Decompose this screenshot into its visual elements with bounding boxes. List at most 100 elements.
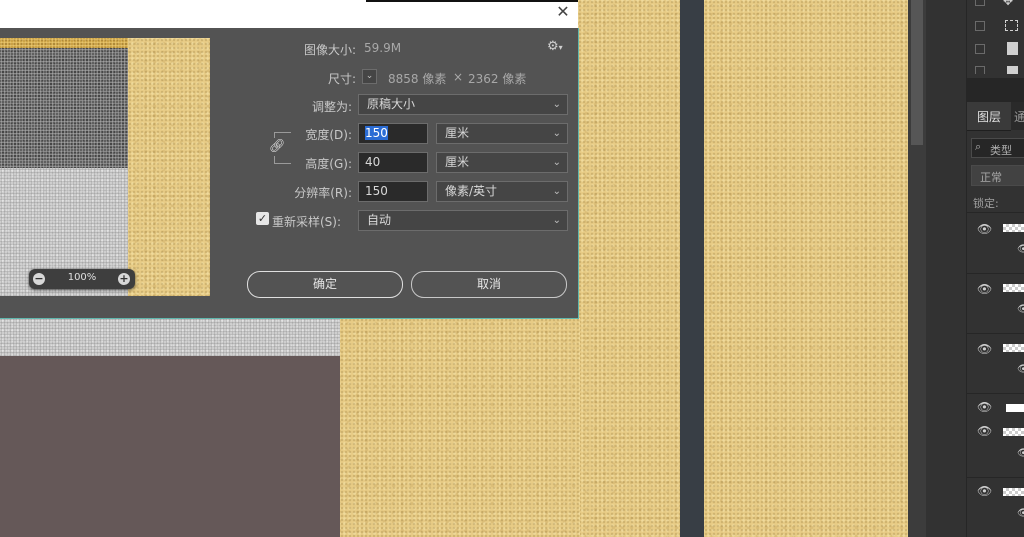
layer-row[interactable]: 👁︎ 👁︎ [967, 334, 1024, 394]
resolution-unit-select[interactable]: 像素/英寸 ⌄ [436, 181, 568, 202]
eye-icon[interactable]: 👁︎ [1017, 508, 1024, 519]
resolution-label: 分辨率(R): [294, 186, 352, 200]
lock-transparent-icon[interactable] [1013, 196, 1023, 206]
zoom-level: 100% [67, 272, 97, 283]
layer-thumbnail [1003, 344, 1024, 352]
panel-scroll-column[interactable] [908, 0, 926, 537]
resample-select[interactable]: 自动 ⌄ [358, 210, 568, 231]
layer-filter[interactable]: ⌕ 类型 [971, 138, 1024, 158]
tab-layers[interactable]: 图层 [967, 102, 1011, 131]
width-unit-select[interactable]: 厘米 ⌄ [436, 123, 568, 144]
ok-button[interactable]: 确定 [247, 271, 403, 298]
layer-thumbnail [1003, 284, 1024, 292]
close-icon[interactable]: ✕ [554, 2, 572, 22]
height-label: 高度(G): [305, 157, 352, 171]
dimensions-times: × [453, 70, 464, 84]
resample-checkbox[interactable]: ✓ [256, 212, 269, 225]
layer-thumbnail [1003, 428, 1024, 436]
dimensions-width: 8858 像素 [388, 72, 447, 86]
chevron-down-icon: ⌄ [552, 99, 561, 110]
preview-area [0, 38, 210, 296]
width-label: 宽度(D): [305, 128, 352, 142]
image-size-dialog: − 100% + 图像大小: 59.9M ⚙▾ 尺寸: ⌄ 8858 像素 × … [0, 28, 579, 319]
canvas-top-white [0, 0, 578, 28]
eye-icon[interactable]: 👁︎ [977, 424, 992, 438]
cancel-button[interactable]: 取消 [411, 271, 567, 298]
eye-icon[interactable]: 👁︎ [977, 342, 992, 356]
height-unit-value: 厘米 [445, 155, 470, 169]
eye-icon[interactable]: 👁︎ [977, 484, 992, 498]
resolution-value: 150 [365, 184, 388, 198]
height-input[interactable]: 40 [358, 152, 428, 173]
width-input[interactable]: 150 [358, 123, 428, 144]
eye-icon[interactable]: 👁︎ [1017, 448, 1024, 459]
eye-icon[interactable]: 👁︎ [977, 222, 992, 236]
panel-gap [926, 0, 966, 537]
canvas-mauve-block [0, 356, 340, 537]
layer-row[interactable]: 👁︎ 👁︎ [967, 418, 1024, 478]
marquee-icon [1005, 20, 1018, 31]
fit-to-label: 调整为: [311, 100, 352, 114]
layer-row[interactable]: 👁︎ 👁︎ [967, 274, 1024, 334]
eye-icon[interactable]: 👁︎ [1017, 244, 1024, 255]
height-unit-select[interactable]: 厘米 ⌄ [436, 152, 568, 173]
checkbox-empty[interactable] [975, 21, 985, 31]
dimensions-label: 尺寸: [327, 72, 356, 86]
search-icon: ⌕ [975, 140, 982, 153]
panel-row-4[interactable] [975, 66, 1024, 74]
chevron-down-icon: ⌄ [552, 215, 561, 226]
document-icon [1007, 66, 1018, 74]
checkbox-empty[interactable] [975, 0, 985, 6]
filter-label: 类型 [990, 144, 1012, 157]
fit-to-value: 原稿大小 [367, 97, 416, 111]
layer-thumbnail [1003, 224, 1024, 232]
dimensions-unit-toggle[interactable]: ⌄ [362, 69, 377, 84]
checkbox-empty[interactable] [975, 44, 985, 54]
zoom-out-icon[interactable]: − [33, 273, 45, 285]
eye-icon[interactable]: 👁︎ [1017, 304, 1024, 315]
preview-gold-strip [0, 38, 130, 48]
blend-mode-value: 正常 [980, 171, 1002, 184]
lock-label: 锁定: [973, 197, 999, 210]
resample-value: 自动 [367, 213, 392, 227]
chevron-down-icon: ⌄ [552, 157, 561, 168]
eye-icon[interactable]: 👁︎ [977, 400, 992, 414]
tab-channels[interactable]: 通 [1011, 102, 1024, 130]
panel-divider [967, 78, 1024, 102]
layer-row[interactable]: 👁︎ 👁︎ [967, 478, 1024, 537]
right-panel: ✥ 图层 通 ⌕ 类型 正常 锁定: 👁︎ 👁︎ 👁︎ 👁︎ 👁︎ 👁︎ 👁︎ … [966, 0, 1024, 537]
resample-label: 重新采样(S): [272, 215, 342, 229]
width-value: 150 [365, 126, 388, 140]
chevron-down-icon: ⌄ [552, 186, 561, 197]
preview-zoom-control: − 100% + [29, 269, 135, 289]
panel-row-2[interactable] [975, 20, 1024, 35]
eye-icon[interactable]: 👁︎ [1017, 364, 1024, 375]
panel-row-3[interactable] [975, 42, 1024, 58]
gear-icon[interactable]: ⚙▾ [547, 39, 563, 54]
preview-dark-texture [0, 48, 128, 168]
layer-thumbnail [1003, 404, 1024, 412]
width-unit-value: 厘米 [445, 126, 470, 140]
height-value: 40 [365, 155, 381, 169]
tab-channels-label: 通 [1014, 110, 1024, 124]
eye-icon[interactable]: 👁︎ [977, 282, 992, 296]
canvas-paper-texture-lower [340, 318, 580, 537]
resolution-input[interactable]: 150 [358, 181, 428, 202]
zoom-in-icon[interactable]: + [118, 273, 130, 285]
image-size-label: 图像大小: [303, 43, 356, 57]
blend-mode-select[interactable]: 正常 [971, 165, 1024, 186]
canvas-paper-texture-main [578, 0, 680, 537]
layer-row[interactable]: 👁︎ [967, 394, 1024, 416]
panel-row-1[interactable]: ✥ [975, 0, 1024, 10]
layer-thumbnail [1003, 488, 1024, 496]
checkbox-empty[interactable] [975, 66, 985, 74]
fit-to-select[interactable]: 原稿大小 ⌄ [358, 94, 568, 115]
panel-lock-divider [967, 212, 1024, 213]
dimensions-height: 2362 像素 [468, 72, 527, 86]
canvas-separator [680, 0, 704, 537]
layer-row[interactable]: 👁︎ 👁︎ [967, 214, 1024, 274]
preview-paper-texture [128, 38, 210, 296]
image-size-value: 59.9M [364, 41, 402, 55]
scroll-thumb[interactable] [911, 0, 923, 145]
canvas-gray-strip [0, 318, 340, 356]
